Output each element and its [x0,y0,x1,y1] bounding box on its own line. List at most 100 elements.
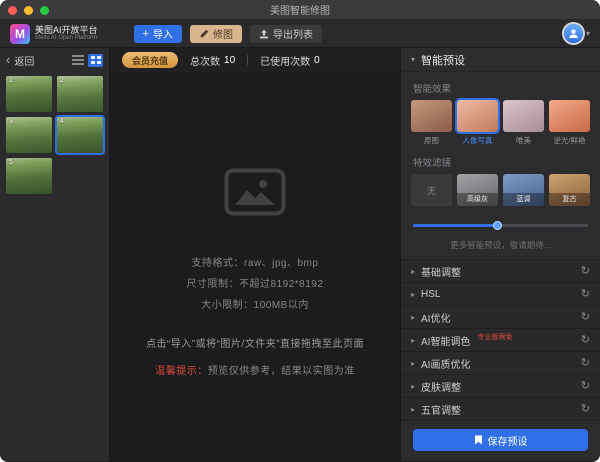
filter-blue[interactable]: 蓝调 [503,174,544,206]
filter-retro[interactable]: 复古 [549,174,590,206]
retouch-button-label: 修图 [213,26,233,41]
chevron-right-icon: ▸ [411,290,415,299]
thumbnail-number: 3 [9,118,13,125]
export-icon [259,29,269,39]
toolbar: M 美图AI开放平台 Meitu AI Open Platform + 导入 修… [0,20,600,48]
chevron-right-icon: ▸ [411,359,415,368]
filter-label: 蓝调 [503,193,544,206]
warm-tip-text: 预览仅供参考，结果以实图为准 [208,366,355,377]
bookmark-icon [474,435,483,445]
brush-icon [199,29,209,39]
effect-original[interactable]: 原图 [411,100,452,146]
drop-zone[interactable]: 支持格式：raw、jpg、bmp 尺寸限制：不超过8192*8192 大小限制：… [110,72,400,461]
slider-fill [413,224,497,227]
section-label: AI智能调色 [421,333,470,348]
section-ai-quality[interactable]: ▸ AI画质优化 ↻ [401,352,600,375]
back-button[interactable]: 返回 [14,53,34,68]
format-limit: 支持格式：raw、jpg、bmp [187,254,324,269]
drag-drop-hint: 点击“导入”或将“图片/文件夹”直接拖拽至此页面 [146,335,364,350]
close-button[interactable] [8,6,17,15]
thumbnail-item[interactable]: 5 [6,158,52,194]
adjustment-sections: ▸ 基础调整 ↻ ▸ HSL ↻ ▸ AI优化 ↻ ▸ AI智能调色 专 [401,259,600,421]
chevron-right-icon: ▸ [411,313,415,322]
total-count: 总次数 10 [190,53,235,68]
section-hsl[interactable]: ▸ HSL ↻ [401,283,600,306]
member-recharge-button[interactable]: 会员充值 [122,52,178,68]
effect-label: 逆光/鲜艳 [549,135,590,146]
thumbnail-item[interactable]: 3 [6,117,52,153]
export-list-button[interactable]: 导出列表 [250,25,322,43]
section-basic-adjust[interactable]: ▸ 基础调整 ↻ [401,260,600,283]
reset-icon[interactable]: ↻ [581,381,590,391]
reset-icon[interactable]: ↻ [581,404,590,414]
section-ai-color[interactable]: ▸ AI智能调色 专业版限免 ↻ [401,329,600,352]
chevron-right-icon: ▸ [411,267,415,276]
import-button[interactable]: + 导入 [134,25,182,43]
thumbnail-item-selected[interactable]: 4 [57,117,103,153]
list-view-icon[interactable] [72,55,84,65]
logo-subtitle: Meitu AI Open Platform [35,35,98,42]
chevron-down-icon: ▾ [411,55,415,64]
more-presets-hint: 更多智能预设，敬请期待... [401,239,600,251]
effect-aesthetic[interactable]: 唯美 [503,100,544,146]
slider-thumb[interactable] [493,221,502,230]
effect-label: 原图 [411,135,452,146]
section-skin-adjust[interactable]: ▸ 皮肤调整 ↻ [401,375,600,398]
filter-none[interactable]: 无 [411,174,452,206]
effect-backlight[interactable]: 逆光/鲜艳 [549,100,590,146]
save-row: 保存预设 [401,421,600,461]
export-list-button-label: 导出列表 [273,26,313,41]
filter-gray[interactable]: 高级灰 [457,174,498,206]
effect-label: 唯美 [503,135,544,146]
effects-group-label: 智能效果 [401,72,600,100]
filter-thumbnail: 无 [411,174,452,206]
total-count-label: 总次数 [190,53,220,68]
section-label: 五官调整 [421,402,461,417]
reset-icon[interactable]: ↻ [581,335,590,345]
meitu-logo-icon: M [10,24,30,44]
effect-label: 人像写真 [457,135,498,146]
effect-thumbnail [503,100,544,132]
preset-panel-header[interactable]: ▾ 智能预设 [401,48,600,72]
traffic-lights [8,0,49,20]
section-label: 皮肤调整 [421,379,461,394]
chevron-right-icon: ▸ [411,382,415,391]
reset-icon[interactable]: ↻ [581,289,590,299]
app-body: ‹ 返回 1 2 3 4 [0,48,600,461]
total-count-value: 10 [224,55,235,66]
divider [247,55,248,65]
filter-thumbnail: 高级灰 [457,174,498,206]
filter-label: 高级灰 [457,193,498,206]
thumbnail-number: 1 [9,77,13,84]
used-count-value: 0 [314,55,320,66]
reset-icon[interactable]: ↻ [581,312,590,322]
effect-thumbnail [457,100,498,132]
back-chevron-icon: ‹ [6,54,10,66]
thumbnail-item[interactable]: 1 [6,76,52,112]
thumbnail-item[interactable]: 2 [57,76,103,112]
filesize-limit: 大小限制：100MB以内 [187,296,324,311]
effect-thumbnail [411,100,452,132]
chevron-right-icon: ▸ [411,405,415,414]
effect-portrait-selected[interactable]: 人像写真 [457,100,498,146]
save-preset-button[interactable]: 保存预设 [413,429,588,451]
effects-grid: 原图 人像写真 唯美 逆光/鲜艳 [401,100,600,146]
fullscreen-button[interactable] [40,6,49,15]
thumbnail-number: 2 [60,77,64,84]
account-menu[interactable]: ▾ [564,24,590,43]
save-preset-label: 保存预设 [488,433,528,448]
pro-free-badge: 专业版限免 [477,332,512,342]
section-ai-optimize[interactable]: ▸ AI优化 ↻ [401,306,600,329]
retouch-button[interactable]: 修图 [190,25,242,43]
window-title: 美图智能修图 [0,2,600,17]
chevron-right-icon: ▸ [411,336,415,345]
reset-icon[interactable]: ↻ [581,358,590,368]
main-area: 会员充值 总次数 10 已使用次数 0 支持格式：raw、j [110,48,400,461]
grid-view-icon[interactable] [88,54,103,67]
filter-label: 复古 [549,193,590,206]
section-label: HSL [421,289,440,300]
reset-icon[interactable]: ↻ [581,266,590,276]
intensity-slider[interactable] [413,220,588,230]
section-facial-adjust[interactable]: ▸ 五官调整 ↻ [401,398,600,421]
minimize-button[interactable] [24,6,33,15]
